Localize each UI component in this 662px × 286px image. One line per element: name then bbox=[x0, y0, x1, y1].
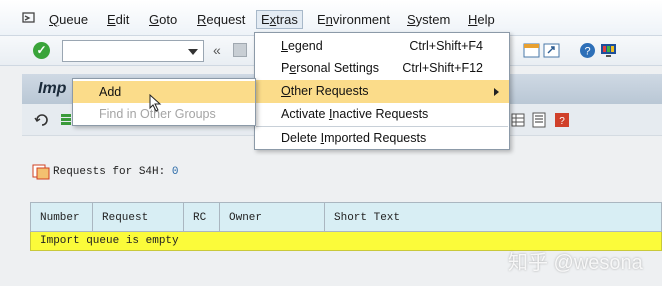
menu-system[interactable]: System bbox=[407, 12, 450, 27]
add-label: Add bbox=[99, 85, 122, 99]
submenu-item-add[interactable]: Add bbox=[73, 81, 255, 103]
list-icon[interactable] bbox=[531, 112, 547, 128]
menu-item-personal-settings[interactable]: Personal Settings Ctrl+Shift+F12 bbox=[255, 57, 509, 80]
menu-item-activate-inactive[interactable]: Activate Inactive Requests bbox=[255, 103, 509, 126]
menu-help[interactable]: Help bbox=[468, 12, 495, 27]
grid-icon[interactable] bbox=[510, 112, 526, 128]
personal-settings-shortcut: Ctrl+Shift+F12 bbox=[402, 61, 483, 75]
svg-text:?: ? bbox=[584, 46, 590, 58]
requests-label: Requests for S4H: 0 bbox=[53, 166, 179, 178]
menu-environment[interactable]: Environment bbox=[317, 12, 390, 27]
menu-bar: Queue Edit Goto Request Extras Environme… bbox=[0, 0, 662, 36]
help-icon[interactable]: ? bbox=[579, 42, 596, 59]
sap-menu-icon[interactable] bbox=[22, 11, 36, 25]
menu-request[interactable]: Request bbox=[197, 12, 245, 27]
watermark: 知乎 @wesona bbox=[508, 252, 643, 274]
window-icon[interactable] bbox=[543, 42, 560, 59]
col-number[interactable]: Number bbox=[31, 203, 93, 231]
submenu-item-find-other-groups: Find in Other Groups bbox=[73, 103, 255, 125]
chevron-down-icon[interactable] bbox=[188, 49, 198, 55]
save-icon[interactable] bbox=[233, 43, 247, 57]
legend-shortcut: Ctrl+Shift+F4 bbox=[409, 39, 483, 53]
menu-extras[interactable]: Extras bbox=[256, 10, 303, 29]
menu-item-delete-imported[interactable]: Delete Imported Requests bbox=[255, 127, 509, 150]
request-grid: Number Request RC Owner Short Text Impor… bbox=[30, 202, 662, 251]
command-field[interactable] bbox=[62, 40, 204, 62]
page-title: Imp bbox=[38, 80, 67, 97]
collapse-chevron[interactable]: « bbox=[213, 42, 221, 58]
grid-header: Number Request RC Owner Short Text bbox=[30, 202, 662, 232]
col-short-text[interactable]: Short Text bbox=[325, 203, 661, 231]
monitor-icon[interactable] bbox=[600, 42, 617, 59]
menu-queue[interactable]: Queue bbox=[49, 12, 88, 27]
menu-goto[interactable]: Goto bbox=[149, 12, 177, 27]
layout-icon[interactable] bbox=[523, 42, 540, 59]
menu-queue-label: ueue bbox=[59, 12, 89, 27]
exit-icon[interactable]: ? bbox=[554, 112, 570, 128]
check-icon[interactable]: ✓ bbox=[33, 42, 50, 59]
col-request[interactable]: Request bbox=[93, 203, 184, 231]
refresh-icon[interactable] bbox=[34, 112, 50, 128]
menu-edit[interactable]: Edit bbox=[107, 12, 129, 27]
mouse-cursor-icon bbox=[149, 94, 162, 112]
requests-count: 0 bbox=[171, 166, 179, 178]
menu-item-legend[interactable]: Legend Ctrl+Shift+F4 bbox=[255, 35, 509, 58]
menu-item-other-requests[interactable]: Other Requests bbox=[255, 80, 509, 103]
requests-icon bbox=[32, 164, 50, 180]
submenu-arrow-icon bbox=[494, 88, 499, 96]
col-owner[interactable]: Owner bbox=[220, 203, 325, 231]
col-rc[interactable]: RC bbox=[184, 203, 220, 231]
svg-text:?: ? bbox=[559, 116, 565, 127]
other-requests-submenu: Add Find in Other Groups bbox=[72, 78, 256, 126]
extras-menu: Legend Ctrl+Shift+F4 Personal Settings Ctr… bbox=[254, 32, 510, 150]
